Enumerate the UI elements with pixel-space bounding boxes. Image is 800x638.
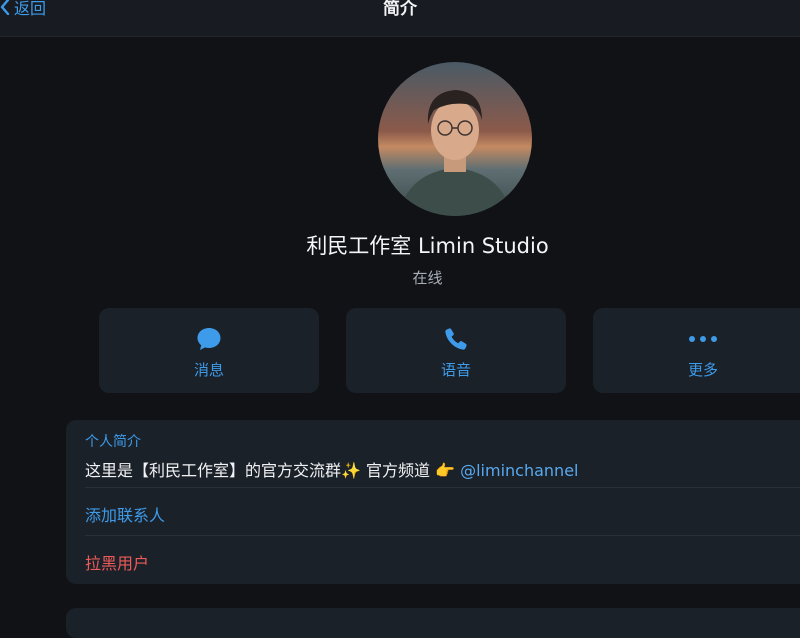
secondary-card [66,608,800,638]
divider [85,535,800,536]
add-contact-button[interactable]: 添加联系人 [85,502,165,526]
message-label: 消息 [193,361,224,379]
block-user-button[interactable]: 拉黑用户 [85,550,149,574]
more-label: 更多 [687,361,718,379]
voice-label: 语音 [440,361,471,379]
channel-link[interactable]: @liminchannel [460,461,578,480]
online-status: 在线 [412,269,443,287]
bio-text: 这里是【利民工作室】的官方交流群✨ 官方频道 👉 @liminchannel [85,457,578,481]
message-button[interactable]: 消息 [99,308,319,393]
bio-label: 个人简介 [85,434,141,450]
top-bar: 返回 简介 [0,0,800,37]
avatar[interactable] [378,62,532,216]
more-button[interactable]: 更多 [593,308,800,393]
page-title: 简介 [383,0,417,19]
more-dots-icon [689,336,717,342]
profile-name: 利民工作室 Limin Studio [306,234,549,258]
chat-bubble-icon [197,328,221,350]
bio-content: 这里是【利民工作室】的官方交流群✨ 官方频道 👉 [85,461,461,480]
voice-call-button[interactable]: 语音 [346,308,566,393]
phone-icon [445,328,467,350]
avatar-photo [378,62,532,216]
info-card: 个人简介 这里是【利民工作室】的官方交流群✨ 官方频道 👉 @liminchan… [66,420,800,584]
divider [85,487,800,488]
